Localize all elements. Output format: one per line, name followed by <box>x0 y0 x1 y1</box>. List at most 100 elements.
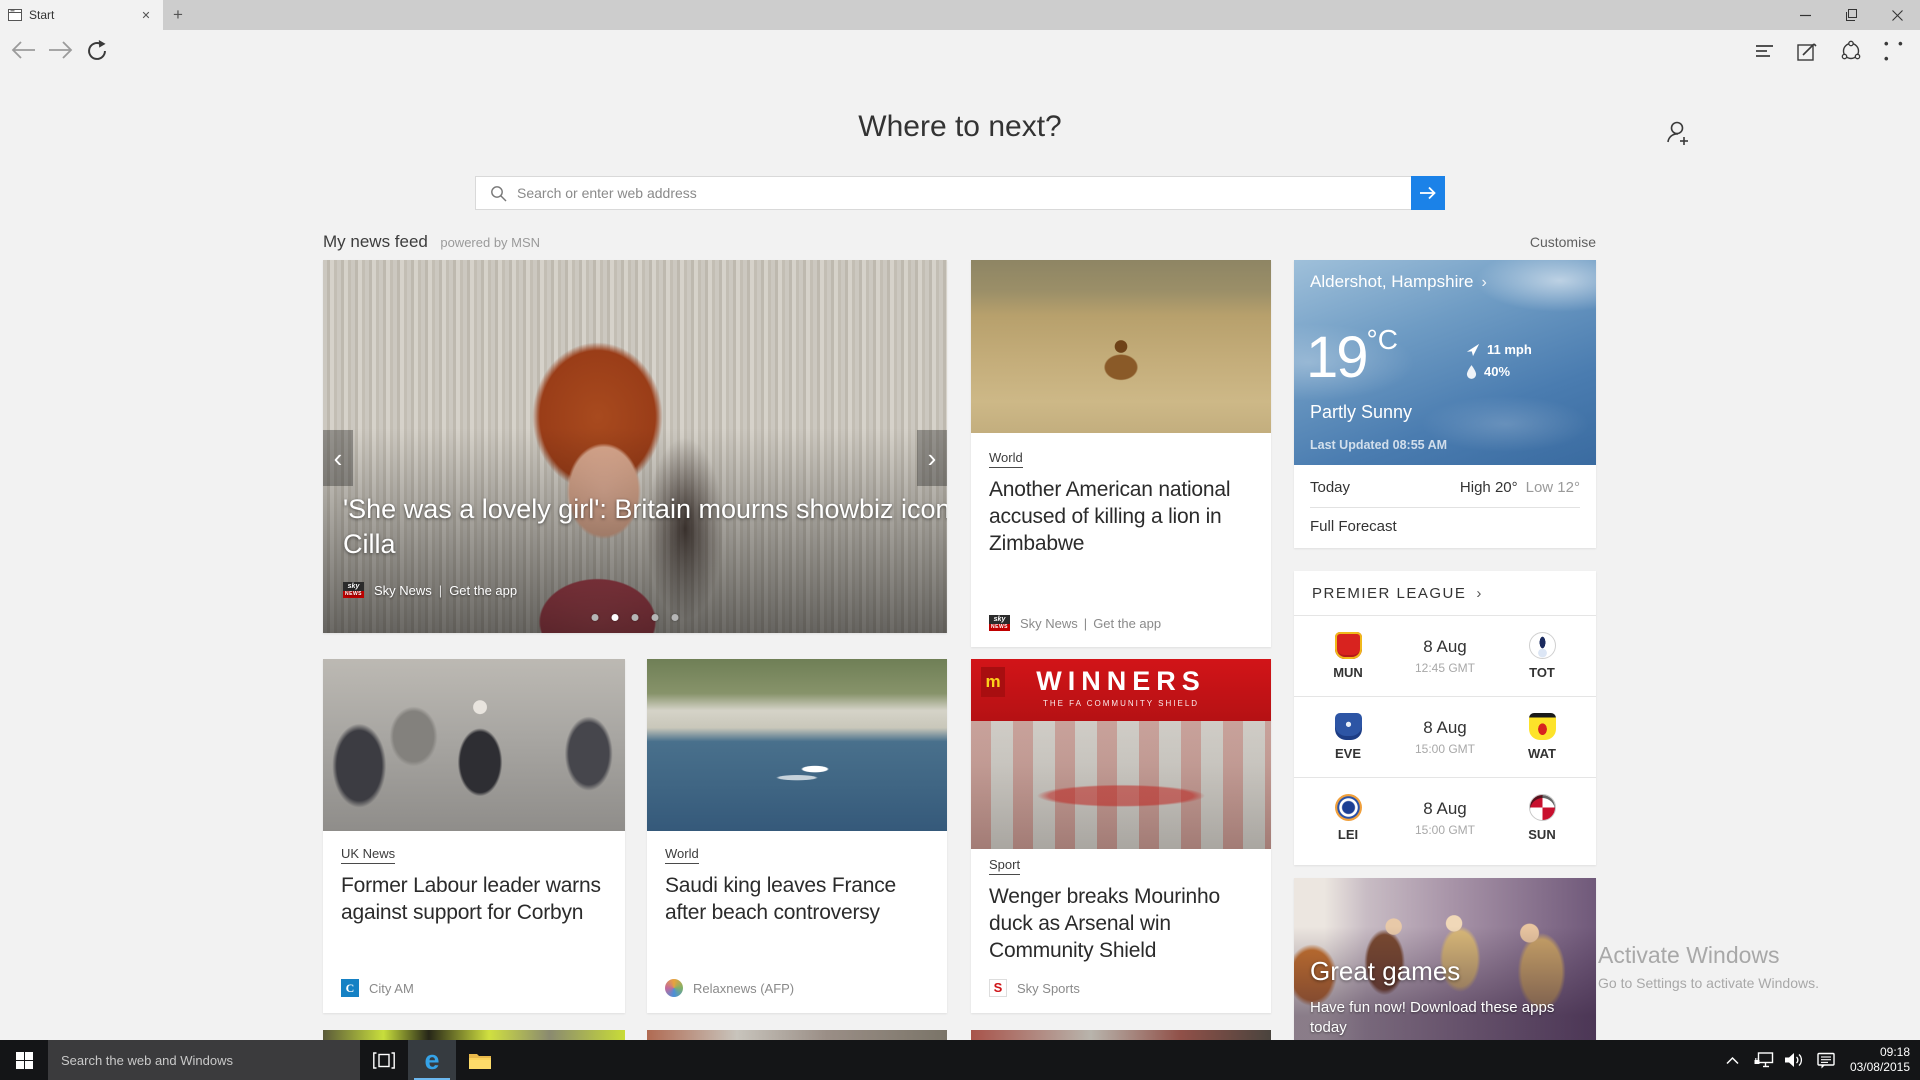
taskbar-search-box <box>48 1040 360 1080</box>
fixture-row[interactable]: LEI 8 Aug15:00 GMT SUN <box>1294 777 1596 858</box>
carousel-next-button[interactable]: › <box>917 430 947 486</box>
file-explorer-button[interactable] <box>456 1040 504 1080</box>
carousel-dot-5[interactable] <box>672 614 679 621</box>
great-games-promo[interactable]: Great games Have fun now! Download these… <box>1294 878 1596 1040</box>
article-headline: Saudi king leaves France after beach con… <box>665 873 933 927</box>
close-button[interactable] <box>1874 0 1920 30</box>
tray-chevron-button[interactable] <box>1722 1049 1744 1071</box>
fixture-row[interactable]: EVE 8 Aug15:00 GMT WAT <box>1294 696 1596 777</box>
article-lion[interactable]: World Another American national accused … <box>971 260 1271 647</box>
category-link[interactable]: World <box>665 846 699 864</box>
more-icon: • • • <box>1884 36 1910 66</box>
category-link[interactable]: World <box>989 450 1023 468</box>
web-note-icon <box>1797 41 1817 61</box>
minimize-button[interactable] <box>1782 0 1828 30</box>
task-view-button[interactable] <box>360 1040 408 1080</box>
taskbar-clock[interactable]: 09:18 03/08/2015 <box>1850 1045 1910 1075</box>
web-note-button[interactable] <box>1794 41 1820 61</box>
chevron-up-icon <box>1726 1056 1739 1065</box>
category-link[interactable]: Sport <box>989 857 1020 875</box>
share-button[interactable] <box>1838 41 1864 61</box>
article-source: Sky Sports <box>1017 981 1080 996</box>
article-corbyn[interactable]: UK News Former Labour leader warns again… <box>323 659 625 1013</box>
category-link[interactable]: UK News <box>341 846 395 864</box>
action-center-button[interactable] <box>1815 1049 1837 1071</box>
new-tab-button[interactable]: + <box>163 0 193 30</box>
add-person-button[interactable] <box>1662 118 1692 148</box>
refresh-icon <box>86 40 108 62</box>
go-button[interactable] <box>1411 176 1445 210</box>
premier-league-widget: PREMIER LEAGUE› MUN 8 Aug12:45 GMT TOT E… <box>1294 571 1596 865</box>
clock-time: 09:18 <box>1850 1045 1910 1060</box>
carousel-dot-3[interactable] <box>632 614 639 621</box>
city-am-logo: C <box>341 979 359 997</box>
carousel-dot-2[interactable] <box>612 614 619 621</box>
tab-start[interactable]: Start ✕ <box>0 0 163 30</box>
carousel-dot-4[interactable] <box>652 614 659 621</box>
away-team: WAT <box>1514 713 1570 761</box>
wind-speed: 11 mph <box>1487 342 1532 357</box>
address-search-bar <box>475 176 1445 210</box>
get-the-app-link[interactable]: Get the app <box>449 583 517 598</box>
carousel-article-cilla[interactable]: 'She was a lovely girl': Britain mourns … <box>323 260 947 633</box>
weather-last-updated: Last Updated 08:55 AM <box>1310 438 1447 452</box>
today-low: Low 12° <box>1526 479 1580 496</box>
humidity-value: 40% <box>1484 364 1510 379</box>
get-the-app-link[interactable]: Get the app <box>1093 616 1161 631</box>
source-divider: | <box>439 583 442 598</box>
weather-condition: Partly Sunny <box>1310 402 1412 423</box>
article-saudi[interactable]: World Saudi king leaves France after bea… <box>647 659 947 1013</box>
article-source: Sky News <box>1020 616 1078 631</box>
browser-toolbar: • • • <box>0 30 1920 72</box>
watermark-title: Activate Windows <box>1598 942 1819 969</box>
lion-image <box>971 260 1271 433</box>
tab-close-icon[interactable]: ✕ <box>137 9 155 22</box>
mcdonalds-logo: m <box>981 667 1005 697</box>
file-explorer-icon <box>468 1051 492 1070</box>
customise-link[interactable]: Customise <box>1530 234 1596 250</box>
forward-button[interactable] <box>48 40 74 62</box>
search-input[interactable] <box>517 185 1411 201</box>
fixture-datetime: 8 Aug12:45 GMT <box>1415 637 1475 675</box>
system-tray: 09:18 03/08/2015 <box>1722 1040 1920 1080</box>
weather-today-row: Today High 20°Low 12° <box>1310 479 1580 496</box>
network-button[interactable] <box>1753 1049 1775 1071</box>
hub-icon <box>1755 42 1775 60</box>
carousel-prev-button[interactable]: ‹ <box>323 430 353 486</box>
carousel-dots <box>592 614 679 621</box>
humidity-icon <box>1466 365 1477 379</box>
more-button[interactable]: • • • <box>1884 41 1910 61</box>
volume-button[interactable] <box>1784 1049 1806 1071</box>
start-button[interactable] <box>0 1040 48 1080</box>
edge-taskbar-button[interactable]: e <box>408 1040 456 1080</box>
forward-icon <box>48 40 74 60</box>
sky-sports-logo: S <box>989 979 1007 997</box>
carousel-dot-1[interactable] <box>592 614 599 621</box>
close-icon <box>1892 10 1903 21</box>
weather-divider <box>1310 507 1580 508</box>
share-icon <box>1840 40 1862 62</box>
manchester-united-crest-icon <box>1335 632 1362 659</box>
wenger-image: WINNERS THE FA COMMUNITY SHIELD m <box>971 659 1271 849</box>
taskbar-search-input[interactable] <box>48 1053 360 1068</box>
partial-article-image[interactable] <box>971 1030 1271 1040</box>
watford-crest-icon <box>1529 713 1556 740</box>
weather-widget[interactable]: Aldershot, Hampshire› 19°C 11 mph 40% Pa… <box>1294 260 1596 548</box>
maximize-button[interactable] <box>1828 0 1874 30</box>
full-forecast-link[interactable]: Full Forecast <box>1310 518 1397 535</box>
article-wenger[interactable]: WINNERS THE FA COMMUNITY SHIELD m Sport … <box>971 659 1271 1013</box>
activate-windows-watermark: Activate Windows Go to Settings to activ… <box>1598 942 1819 991</box>
relaxnews-logo <box>665 979 683 997</box>
banner-caption: THE FA COMMUNITY SHIELD <box>971 699 1271 708</box>
back-button[interactable] <box>10 40 36 62</box>
hub-button[interactable] <box>1752 41 1778 61</box>
premier-league-header[interactable]: PREMIER LEAGUE› <box>1294 571 1596 615</box>
promo-subtitle: Have fun now! Download these apps today <box>1310 998 1560 1038</box>
weather-location-link[interactable]: Aldershot, Hampshire› <box>1310 272 1487 292</box>
weather-stats: 11 mph 40% <box>1466 342 1532 386</box>
fixture-row[interactable]: MUN 8 Aug12:45 GMT TOT <box>1294 615 1596 696</box>
partial-article-image[interactable] <box>323 1030 625 1040</box>
partial-article-image[interactable] <box>647 1030 947 1040</box>
refresh-button[interactable] <box>86 40 112 62</box>
banner-title: WINNERS <box>971 659 1271 697</box>
